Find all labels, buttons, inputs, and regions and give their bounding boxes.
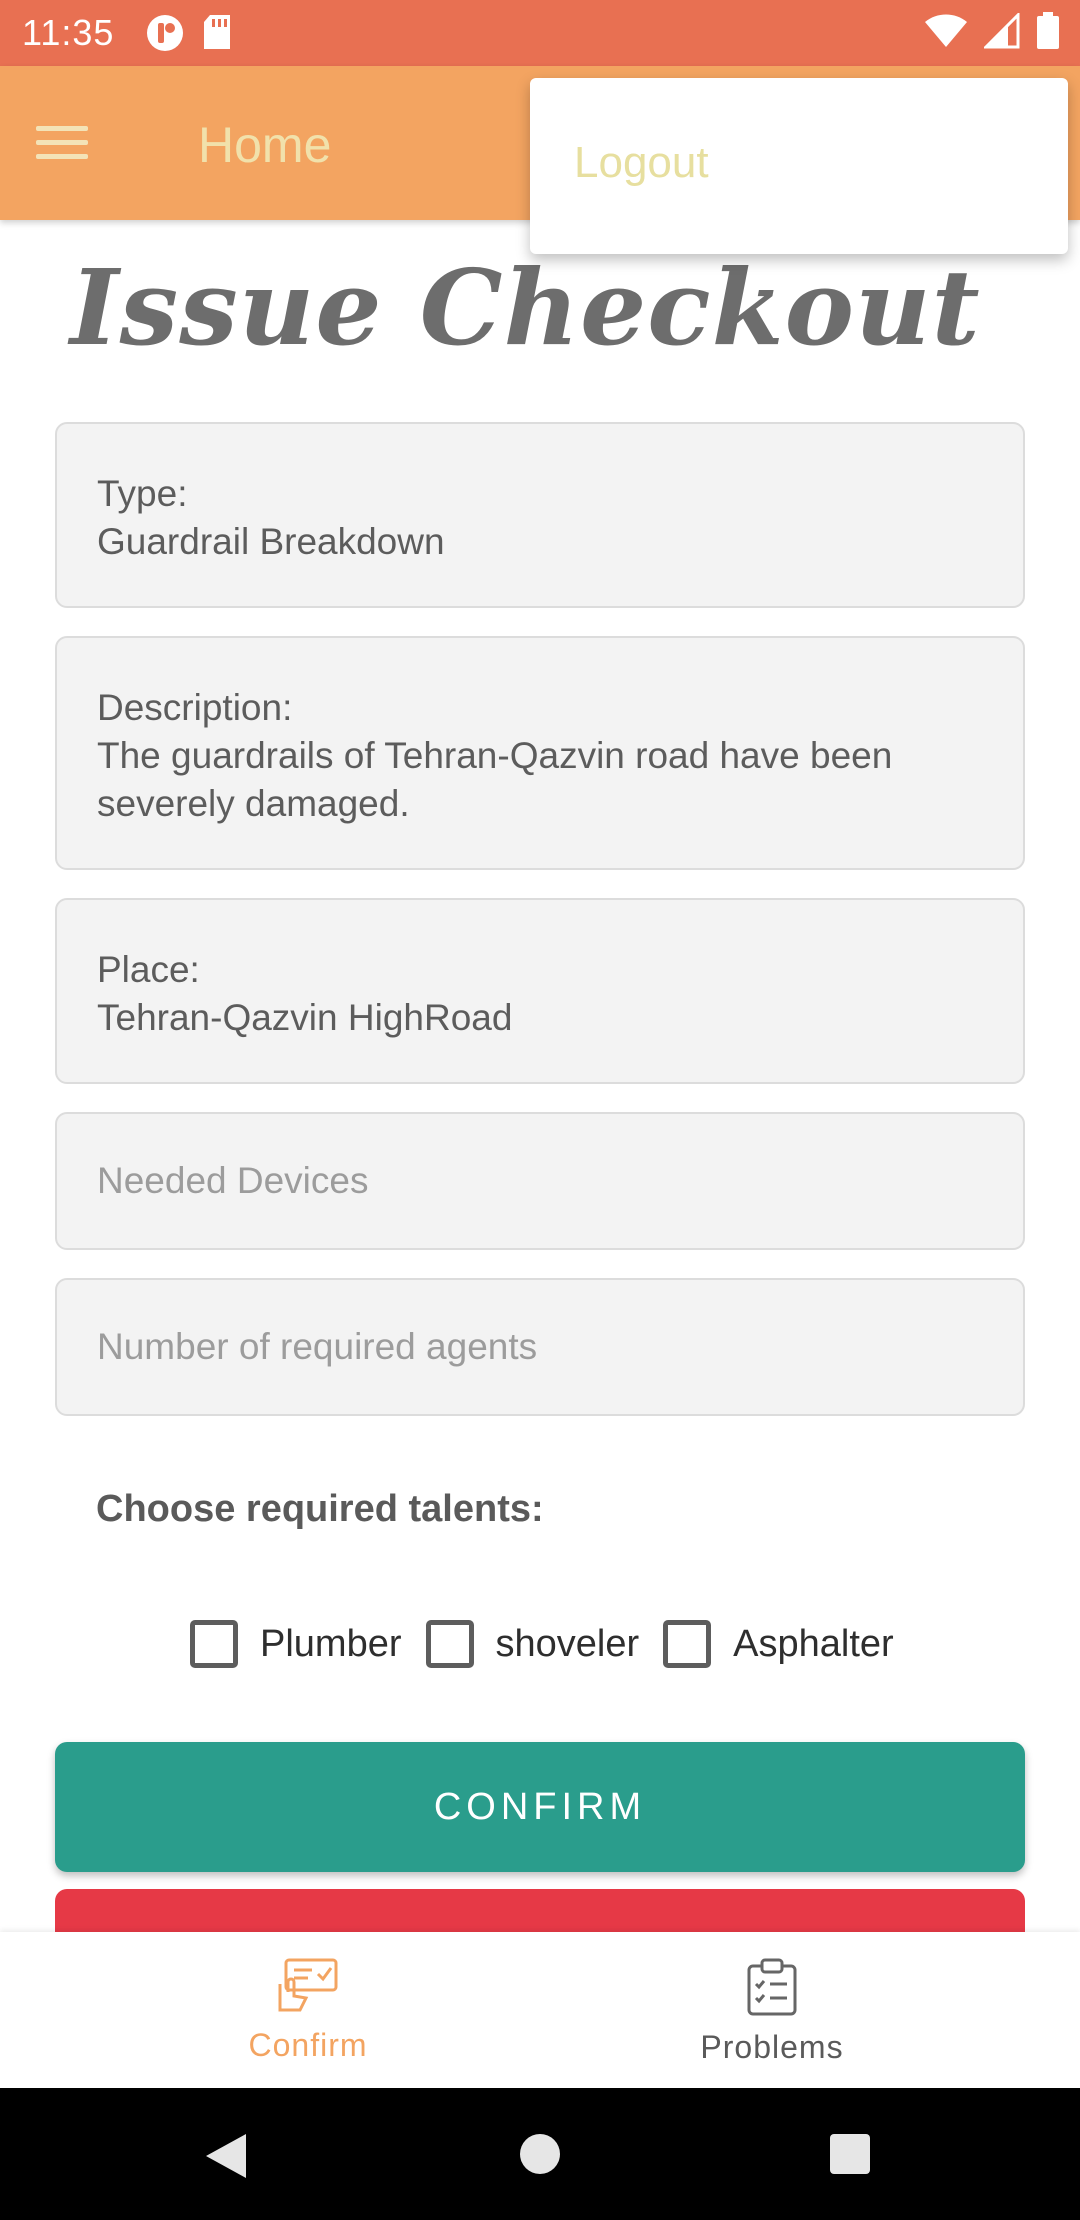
page-title: Issue Checkout xyxy=(70,246,981,369)
notification-app-icon xyxy=(146,14,184,57)
type-field: Type: Guardrail Breakdown xyxy=(55,422,1025,608)
asphalter-checkbox[interactable]: Asphalter xyxy=(663,1620,894,1668)
nav-label-problems: Problems xyxy=(700,2029,844,2065)
wifi-icon xyxy=(924,13,968,54)
confirm-button[interactable]: CONFIRM xyxy=(55,1742,1025,1872)
description-label: Description: xyxy=(97,687,293,728)
place-label: Place: xyxy=(97,949,200,990)
status-bar: 11:35 xyxy=(0,0,1080,66)
app-title: Home xyxy=(198,117,332,173)
clipboard-checklist-icon xyxy=(746,1958,798,2021)
system-navigation-bar xyxy=(0,2088,1080,2220)
checkbox-box[interactable] xyxy=(425,1620,474,1668)
type-label: Type: xyxy=(97,473,188,514)
shoveler-label[interactable]: shoveler xyxy=(496,1623,640,1666)
place-field: Place: Tehran-Qazvin HighRoad xyxy=(55,898,1025,1084)
shoveler-checkbox[interactable]: shoveler xyxy=(425,1620,640,1668)
hamburger-menu-icon[interactable] xyxy=(36,112,116,172)
bottom-navigation: Confirm Problems xyxy=(0,1932,1080,2088)
home-icon[interactable] xyxy=(520,2134,560,2174)
checkbox-box[interactable] xyxy=(663,1620,712,1668)
talents-label: Choose required talents: xyxy=(96,1488,544,1530)
recents-icon[interactable] xyxy=(830,2134,870,2174)
battery-icon xyxy=(1036,12,1060,55)
confirm-hand-icon xyxy=(276,1958,340,2019)
talents-checkbox-row: Plumber shoveler Asphalter xyxy=(190,1620,918,1668)
type-value: Guardrail Breakdown xyxy=(97,521,445,562)
nav-item-problems[interactable]: Problems xyxy=(622,1958,922,2066)
plumber-checkbox[interactable]: Plumber xyxy=(190,1620,402,1668)
checkbox-box[interactable] xyxy=(190,1620,238,1668)
back-icon[interactable] xyxy=(204,2132,248,2185)
required-agents-placeholder: Number of required agents xyxy=(97,1326,538,1367)
overflow-menu-popup: Logout xyxy=(530,78,1068,254)
signal-icon xyxy=(982,11,1020,54)
status-icons-right xyxy=(924,11,1060,55)
logout-menu-item[interactable]: Logout xyxy=(574,138,709,188)
place-value: Tehran-Qazvin HighRoad xyxy=(97,997,513,1038)
sd-card-icon xyxy=(202,14,232,57)
description-value: The guardrails of Tehran-Qazvin road hav… xyxy=(97,735,893,824)
nav-label-confirm: Confirm xyxy=(248,2027,368,2063)
description-field: Description: The guardrails of Tehran-Qa… xyxy=(55,636,1025,870)
status-icons-left xyxy=(146,14,232,57)
status-time: 11:35 xyxy=(22,12,115,53)
needed-devices-input[interactable]: Needed Devices xyxy=(55,1112,1025,1250)
required-agents-input[interactable]: Number of required agents xyxy=(55,1278,1025,1416)
asphalter-label[interactable]: Asphalter xyxy=(733,1623,894,1666)
nav-item-confirm[interactable]: Confirm xyxy=(158,1958,458,2064)
needed-devices-placeholder: Needed Devices xyxy=(97,1160,369,1201)
plumber-label[interactable]: Plumber xyxy=(260,1623,402,1666)
